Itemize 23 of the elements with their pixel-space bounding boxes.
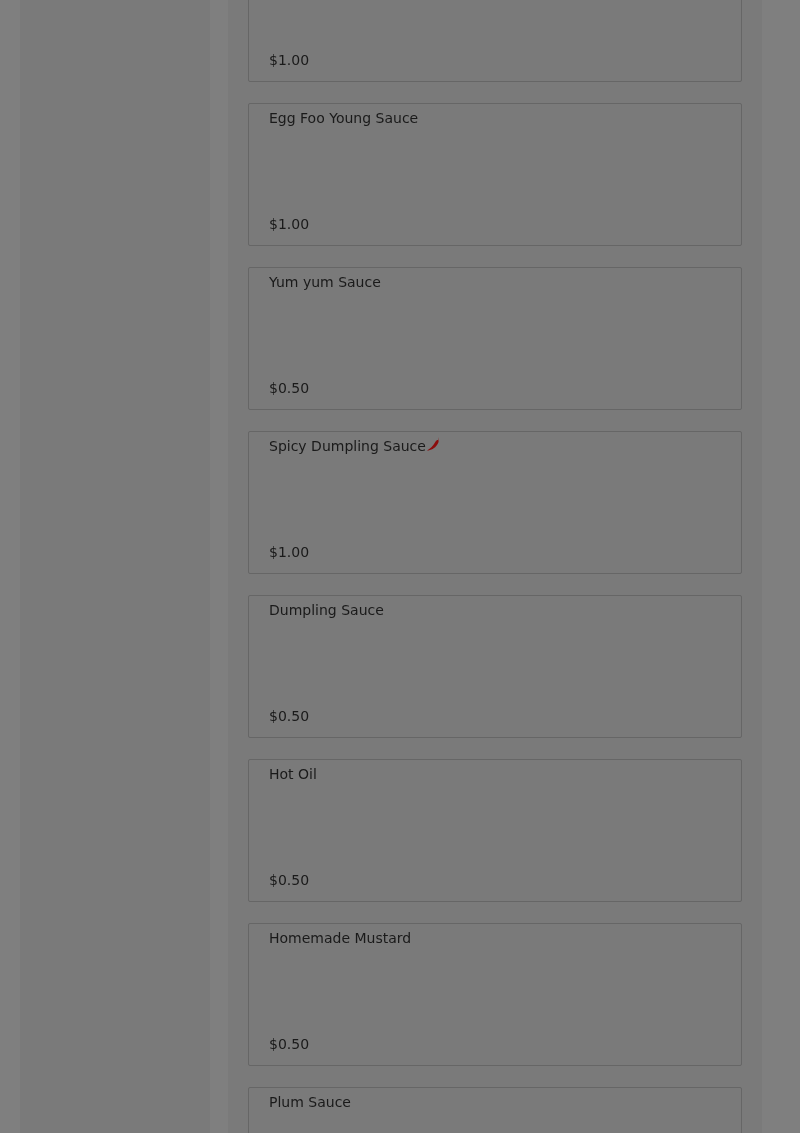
item-name: Dumpling Sauce [269, 601, 384, 620]
item-name: Spicy Dumpling Sauce [269, 437, 426, 456]
menu-item-card[interactable]: $1.00 [248, 0, 742, 82]
menu-item-card[interactable]: Plum Sauce [248, 1087, 742, 1133]
item-price: $1.00 [269, 51, 311, 70]
chili-pepper-icon [425, 436, 442, 452]
item-price: $0.50 [269, 707, 311, 726]
item-price: $0.50 [269, 1035, 311, 1054]
item-price: $0.50 [269, 871, 311, 890]
item-price: $0.50 [269, 379, 311, 398]
item-name: Egg Foo Young Sauce [269, 109, 419, 128]
menu-item-card[interactable]: Dumpling Sauce $0.50 [248, 595, 742, 738]
item-price: $1.00 [269, 543, 311, 562]
menu-item-card[interactable]: Hot Oil $0.50 [248, 759, 742, 902]
menu-item-card[interactable]: Spicy Dumpling Sauce $1.00 [248, 431, 742, 574]
menu-item-card[interactable]: Yum yum Sauce $0.50 [248, 267, 742, 410]
menu-item-card[interactable]: Homemade Mustard $0.50 [248, 923, 742, 1066]
item-name: Homemade Mustard [269, 929, 412, 948]
item-name: Hot Oil [269, 765, 317, 784]
menu-item-card[interactable]: Egg Foo Young Sauce $1.00 [248, 103, 742, 246]
item-price: $1.00 [269, 215, 311, 234]
item-name: Yum yum Sauce [269, 273, 381, 292]
item-name: Plum Sauce [269, 1093, 351, 1112]
